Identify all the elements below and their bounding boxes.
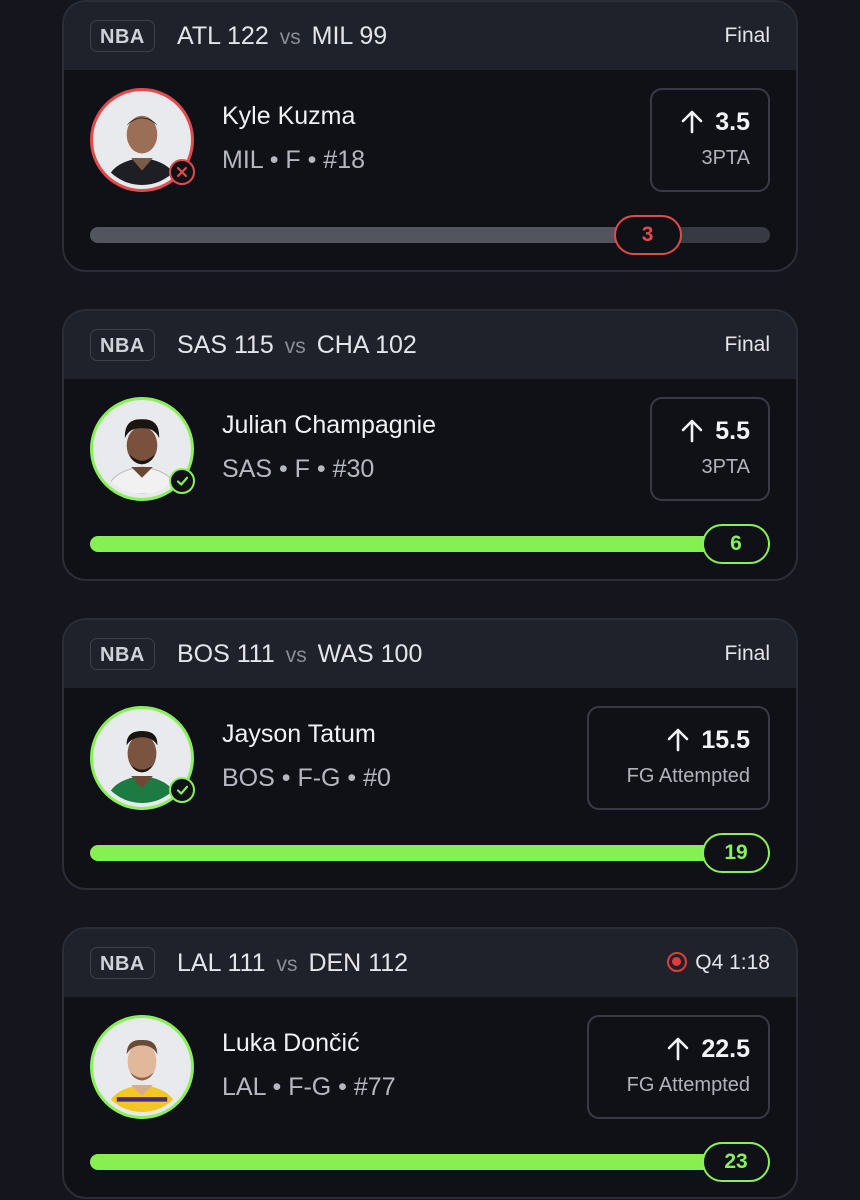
check-icon (169, 777, 195, 803)
league-badge: NBA (90, 329, 155, 361)
game-status: Final (724, 2, 770, 70)
score1: 111 (227, 949, 266, 977)
score2: 102 (375, 331, 417, 359)
game-status: Q4 1:18 (667, 929, 770, 997)
league-badge: NBA (90, 947, 155, 979)
game-status: Final (724, 620, 770, 688)
up-arrow-icon (681, 419, 703, 450)
score1: 115 (233, 331, 274, 359)
progress-track: 19 (90, 833, 770, 873)
game-header: NBA SAS 115 vs CHA 102 Final (64, 311, 796, 379)
game-status-text: Q4 1:18 (695, 951, 770, 974)
prop-line-box: 15.5 FG Attempted (587, 706, 770, 810)
player-avatar (90, 88, 195, 192)
actual-value-pill: 3 (613, 215, 682, 255)
team2: CHA (316, 331, 369, 359)
game-status-text: Final (724, 24, 770, 47)
line-stat: 3PTA (701, 147, 750, 169)
player-name[interactable]: Jayson Tatum (222, 720, 376, 749)
score2: 112 (368, 949, 409, 977)
vs-label: vs (276, 953, 298, 976)
check-icon (169, 468, 195, 494)
line-stat: 3PTA (701, 456, 750, 478)
prop-card[interactable]: NBA SAS 115 vs CHA 102 Final Julian Cham… (62, 309, 798, 581)
progress-track: 3 (90, 215, 770, 255)
team2: MIL (311, 22, 353, 50)
matchup: LAL 111 vs DEN 112 (177, 929, 408, 999)
prop-card[interactable]: NBA BOS 111 vs WAS 100 Final Jayson Tatu… (62, 618, 798, 890)
progress-fill (90, 1154, 770, 1170)
line-stat: FG Attempted (626, 1074, 750, 1096)
team1: ATL (177, 22, 221, 50)
up-arrow-icon (667, 728, 689, 759)
team1: BOS (177, 640, 230, 668)
up-arrow-icon (667, 1037, 689, 1068)
prop-line-box: 5.5 3PTA (650, 397, 770, 501)
vs-label: vs (285, 644, 307, 667)
progress-fill (90, 845, 770, 861)
line-stat: FG Attempted (626, 765, 750, 787)
matchup: SAS 115 vs CHA 102 (177, 311, 417, 381)
player-meta: SAS • F • #30 (222, 455, 375, 483)
player-meta: LAL • F-G • #77 (222, 1073, 396, 1101)
score1: 122 (227, 22, 269, 50)
up-arrow-icon (681, 110, 703, 141)
player-headshot (97, 1022, 187, 1112)
prop-card[interactable]: NBA LAL 111 vs DEN 112 Q4 1:18 Luka Donč… (62, 927, 798, 1199)
game-header: NBA ATL 122 vs MIL 99 Final (64, 2, 796, 70)
player-name[interactable]: Kyle Kuzma (222, 102, 355, 131)
team1: LAL (177, 949, 221, 977)
league-badge: NBA (90, 20, 155, 52)
actual-value-pill: 6 (702, 524, 770, 564)
player-avatar (90, 706, 195, 810)
loss-x-icon (169, 159, 195, 185)
vs-label: vs (284, 335, 306, 358)
vs-label: vs (279, 26, 301, 49)
game-status: Final (724, 311, 770, 379)
matchup: ATL 122 vs MIL 99 (177, 2, 387, 72)
game-status-text: Final (724, 333, 770, 356)
line-value: 15.5 (701, 726, 750, 754)
progress-track: 6 (90, 524, 770, 564)
player-name[interactable]: Luka Dončić (222, 1029, 360, 1058)
line-value: 22.5 (701, 1035, 750, 1063)
line-value: 3.5 (715, 108, 750, 136)
actual-value-pill: 19 (702, 833, 770, 873)
player-avatar (90, 397, 195, 501)
game-status-text: Final (724, 642, 770, 665)
prop-line-box: 3.5 3PTA (650, 88, 770, 192)
game-header: NBA BOS 111 vs WAS 100 Final (64, 620, 796, 688)
player-meta: BOS • F-G • #0 (222, 764, 391, 792)
actual-value-pill: 23 (702, 1142, 770, 1182)
prop-card[interactable]: NBA ATL 122 vs MIL 99 Final Kyle Kuzma M… (62, 0, 798, 272)
progress-fill (90, 227, 648, 243)
score2: 100 (380, 640, 423, 668)
league-badge: NBA (90, 638, 155, 670)
score1: 111 (236, 640, 275, 668)
score2: 99 (359, 22, 388, 50)
game-header: NBA LAL 111 vs DEN 112 Q4 1:18 (64, 929, 796, 997)
line-value: 5.5 (715, 417, 750, 445)
team1: SAS (177, 331, 228, 359)
progress-fill (90, 536, 770, 552)
prop-line-box: 22.5 FG Attempted (587, 1015, 770, 1119)
live-indicator-icon (667, 952, 688, 972)
matchup: BOS 111 vs WAS 100 (177, 620, 422, 690)
player-avatar (90, 1015, 194, 1119)
player-meta: MIL • F • #18 (222, 146, 366, 174)
player-name[interactable]: Julian Champagnie (222, 411, 436, 440)
team2: WAS (317, 640, 374, 668)
team2: DEN (308, 949, 362, 977)
progress-track: 23 (90, 1142, 770, 1182)
